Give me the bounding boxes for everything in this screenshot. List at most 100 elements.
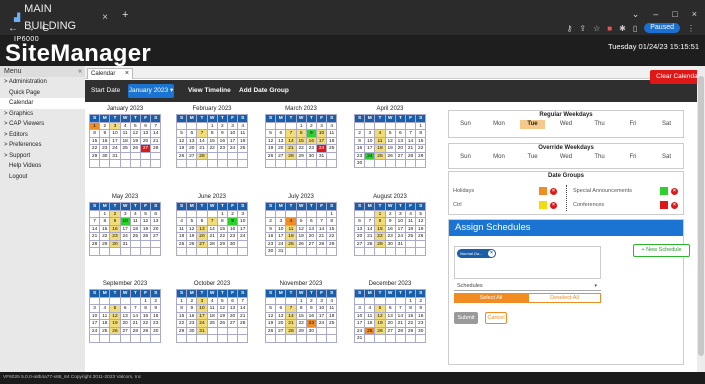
calendar-day[interactable]: 6	[355, 218, 366, 226]
calendar-day[interactable]: 8	[100, 218, 111, 226]
close-icon[interactable]: ×	[102, 9, 108, 26]
calendar-day[interactable]: 13	[355, 225, 366, 233]
calendar-day[interactable]: 29	[296, 327, 307, 335]
calendar-day[interactable]: 9	[110, 218, 121, 226]
calendar-day[interactable]: 8	[177, 305, 188, 313]
calendar-day[interactable]: 24	[316, 145, 328, 153]
regular-weekday-4[interactable]: Thu	[587, 120, 612, 129]
calendar-day[interactable]: 23	[100, 145, 111, 153]
calendar-day[interactable]: 25	[327, 145, 338, 153]
calendar-day[interactable]: 18	[207, 312, 218, 320]
calendar-day[interactable]: 13	[306, 225, 317, 233]
calendar-day[interactable]: 25	[327, 320, 338, 328]
calendar-day[interactable]: 7	[395, 305, 406, 313]
calendar-day[interactable]: 12	[375, 312, 386, 320]
calendar-day[interactable]: 12	[217, 305, 228, 313]
calendar-day[interactable]: 21	[405, 145, 417, 153]
calendar-day[interactable]: 27	[385, 327, 396, 335]
calendar-day[interactable]: 4	[365, 305, 376, 313]
calendar-day[interactable]: 11	[365, 312, 376, 320]
calendar-day[interactable]: 24	[227, 145, 239, 153]
calendar-day[interactable]: 7	[286, 130, 297, 138]
calendar-day[interactable]: 12	[296, 225, 307, 233]
calendar-day[interactable]: 27	[355, 240, 366, 248]
calendar-day[interactable]: 9	[227, 218, 239, 226]
calendar-day[interactable]: 7	[151, 122, 162, 130]
regular-weekday-0[interactable]: Sun	[453, 120, 478, 129]
calendar-day[interactable]: 16	[217, 137, 228, 145]
chevron-down-icon[interactable]: ⌄	[632, 9, 640, 20]
calendar-day[interactable]: 14	[151, 130, 162, 138]
calendar-day[interactable]: 25	[207, 320, 218, 328]
calendar-day[interactable]: 28	[197, 152, 208, 160]
calendar-day[interactable]: 17	[365, 145, 376, 153]
calendar-day[interactable]: 7	[207, 218, 218, 226]
calendar-day[interactable]: 29	[217, 240, 228, 248]
calendar-day[interactable]: 7	[286, 305, 297, 313]
calendar-day[interactable]: 5	[187, 218, 198, 226]
calendar-day[interactable]: 11	[177, 225, 188, 233]
calendar-day[interactable]: 22	[416, 145, 427, 153]
calendar-day[interactable]: 6	[197, 218, 208, 226]
calendar-day[interactable]: 22	[207, 145, 218, 153]
cancel-button[interactable]: Cancel	[485, 312, 507, 324]
calendar-day[interactable]: 24	[120, 233, 131, 241]
calendar-day[interactable]: 24	[90, 327, 101, 335]
calendar-day[interactable]: 28	[365, 240, 376, 248]
calendar-day[interactable]: 17	[355, 320, 366, 328]
calendar-day[interactable]: 25	[405, 233, 417, 241]
deselect-all-button[interactable]: Deselect All	[528, 293, 601, 303]
calendar-day[interactable]: 8	[375, 218, 386, 226]
calendar-day[interactable]: 27	[197, 240, 208, 248]
calendar-day[interactable]: 28	[316, 240, 328, 248]
calendar-day[interactable]: 11	[327, 130, 338, 138]
calendar-day[interactable]: 30	[187, 327, 198, 335]
date-group-color-swatch[interactable]	[539, 201, 547, 209]
calendar-day[interactable]: 14	[316, 225, 328, 233]
calendar-day[interactable]: 27	[276, 327, 287, 335]
calendar-day[interactable]: 6	[120, 305, 131, 313]
calendar-day[interactable]: 13	[140, 130, 152, 138]
calendar-day[interactable]: 28	[151, 145, 162, 153]
schedules-select[interactable]: Schedules ▾	[454, 281, 601, 291]
calendar-day[interactable]: 3	[120, 210, 131, 218]
override-weekday-0[interactable]: Sun	[453, 153, 478, 162]
calendar-day[interactable]: 9	[416, 305, 427, 313]
calendar-day[interactable]: 5	[177, 130, 188, 138]
calendar-day[interactable]: 31	[355, 335, 366, 343]
calendar-day[interactable]: 4	[177, 218, 188, 226]
calendar-day[interactable]: 1	[296, 122, 307, 130]
calendar-day[interactable]: 24	[197, 320, 208, 328]
calendar-day[interactable]: 28	[238, 320, 249, 328]
calendar-day[interactable]: 7	[405, 130, 417, 138]
calendar-day[interactable]: 24	[316, 320, 328, 328]
regular-weekday-3[interactable]: Wed	[554, 120, 579, 129]
calendar-day[interactable]: 7	[90, 218, 101, 226]
calendar-day[interactable]: 16	[306, 137, 317, 145]
calendar-day[interactable]: 20	[385, 320, 396, 328]
calendar-day[interactable]: 1	[217, 210, 228, 218]
calendar-day[interactable]: 2	[416, 297, 427, 305]
calendar-day[interactable]: 2	[187, 297, 198, 305]
override-weekday-1[interactable]: Mon	[487, 153, 512, 162]
calendar-day[interactable]: 13	[197, 225, 208, 233]
calendar-day[interactable]: 5	[266, 305, 277, 313]
calendar-day[interactable]: 11	[375, 137, 386, 145]
calendar-day[interactable]: 20	[151, 225, 162, 233]
calendar-day[interactable]: 18	[286, 233, 297, 241]
calendar-day[interactable]: 21	[238, 312, 249, 320]
calendar-day[interactable]: 11	[130, 218, 141, 226]
calendar-day[interactable]: 21	[90, 233, 101, 241]
puzzle-icon[interactable]: ✱	[619, 24, 626, 33]
calendar-day[interactable]: 27	[187, 152, 198, 160]
calendar-day[interactable]: 20	[276, 320, 287, 328]
delete-date-group-icon[interactable]: ×	[550, 187, 557, 195]
tab-calendar[interactable]: Calendar ×	[87, 68, 133, 79]
calendar-day[interactable]: 19	[385, 145, 396, 153]
calendar-day[interactable]: 28	[130, 327, 141, 335]
calendar-day[interactable]: 26	[140, 233, 152, 241]
calendar-day[interactable]: 5	[110, 305, 121, 313]
calendar-day[interactable]: 24	[395, 233, 406, 241]
calendar-day[interactable]: 21	[286, 145, 297, 153]
calendar-day[interactable]: 12	[416, 218, 427, 226]
